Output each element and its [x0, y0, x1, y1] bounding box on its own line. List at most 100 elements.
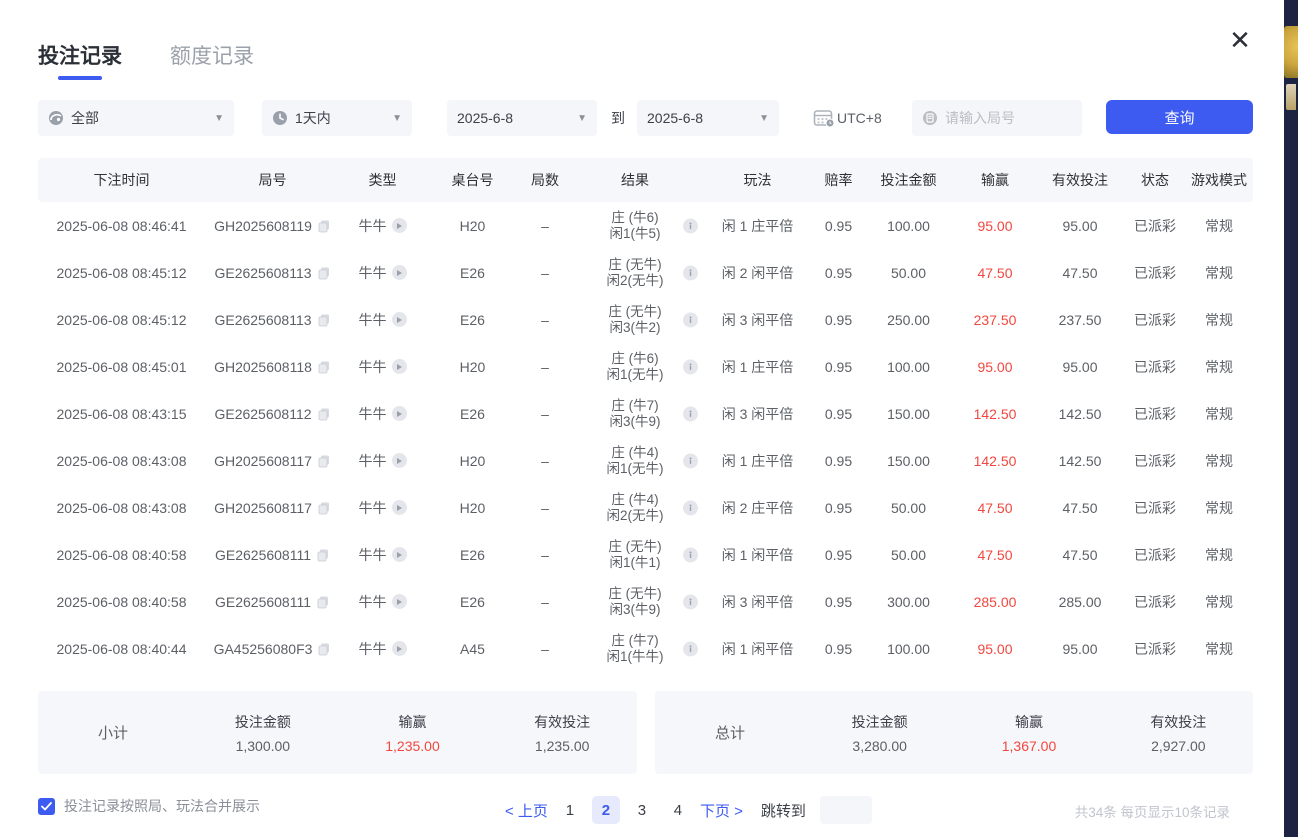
table-row: 2025-06-08 08:43:08 GH2025608117 牛牛 H20 … [38, 484, 1253, 531]
info-icon[interactable] [683, 453, 698, 468]
tab-bar: 投注记录 额度记录 [38, 40, 254, 80]
info-icon[interactable] [683, 594, 698, 609]
copy-icon[interactable] [317, 454, 331, 468]
prev-page-button[interactable]: < 上页 [505, 800, 548, 821]
result-banker: 庄 (牛6) [570, 351, 700, 367]
info-icon[interactable] [683, 218, 698, 233]
result-cell: 庄 (牛6) 闲1(牛5) [570, 210, 700, 242]
table-row: 2025-06-08 08:45:12 GE2625608113 牛牛 E26 … [38, 249, 1253, 296]
col-header-status: 状态 [1125, 170, 1185, 190]
copy-icon[interactable] [316, 548, 330, 562]
info-icon[interactable] [683, 312, 698, 327]
game-type-cell: 牛牛 [340, 216, 425, 236]
subtotal-bet: 投注金额 1,300.00 [188, 712, 338, 754]
table-no: H20 [425, 453, 520, 469]
status-badge: 已派彩 [1125, 263, 1185, 283]
play-video-icon[interactable] [392, 641, 407, 656]
odds: 0.95 [815, 218, 862, 234]
round-number-input[interactable]: 请输入局号 [912, 100, 1082, 136]
game-mode: 常规 [1185, 404, 1253, 424]
table-no: E26 [425, 265, 520, 281]
copy-icon[interactable] [317, 360, 331, 374]
play-video-icon[interactable] [392, 265, 407, 280]
round-id: GH2025608119 [214, 218, 312, 234]
valid-bet: 142.50 [1035, 453, 1125, 469]
result-cell: 庄 (牛7) 闲3(牛9) [570, 398, 700, 430]
result-player: 闲1(无牛) [570, 461, 700, 477]
round-id: GH2025608117 [214, 453, 312, 469]
page-button-3[interactable]: 3 [628, 796, 656, 824]
game-mode: 常规 [1185, 451, 1253, 471]
col-header-bet-amount: 投注金额 [862, 170, 955, 190]
tab-betting-records[interactable]: 投注记录 [38, 40, 122, 80]
search-button[interactable]: 查询 [1106, 100, 1253, 134]
date-from-select[interactable]: 2025-6-8 ▼ [447, 100, 597, 136]
background-decoration-fragment [1286, 84, 1296, 110]
close-icon[interactable]: ✕ [1227, 28, 1253, 54]
round-number-icon [922, 110, 938, 126]
category-dropdown[interactable]: 全部 ▼ [38, 100, 234, 136]
timezone-indicator[interactable]: UTC+8 [813, 100, 882, 136]
info-icon[interactable] [683, 359, 698, 374]
play-video-icon[interactable] [392, 500, 407, 515]
copy-icon[interactable] [317, 219, 331, 233]
bet-time: 2025-06-08 08:40:58 [38, 594, 205, 610]
win-loss: 142.50 [955, 453, 1035, 469]
jump-to-input[interactable] [820, 796, 872, 824]
round-id: GH2025608117 [214, 500, 312, 516]
result-cell: 庄 (无牛) 闲1(牛1) [570, 539, 700, 571]
result-cell: 庄 (牛4) 闲1(无牛) [570, 445, 700, 477]
next-page-button[interactable]: 下页 > [700, 800, 743, 821]
copy-icon[interactable] [317, 266, 331, 280]
page-button-1[interactable]: 1 [556, 796, 584, 824]
play-video-icon[interactable] [392, 359, 407, 374]
copy-icon[interactable] [317, 642, 331, 656]
tab-quota-records[interactable]: 额度记录 [170, 40, 254, 80]
result-banker: 庄 (牛6) [570, 210, 700, 226]
records-count-info: 共34条 每页显示10条记录 [1075, 801, 1230, 821]
copy-icon[interactable] [316, 595, 330, 609]
merge-checkbox[interactable] [38, 798, 55, 815]
play-video-icon[interactable] [392, 547, 407, 562]
result-player: 闲1(牛牛) [570, 649, 700, 665]
game-type: 牛牛 [359, 592, 387, 612]
copy-icon[interactable] [317, 501, 331, 515]
col-header-game-mode: 游戏模式 [1185, 170, 1253, 190]
play-video-icon[interactable] [392, 218, 407, 233]
globe-icon [48, 110, 64, 126]
page-button-2[interactable]: 2 [592, 796, 620, 824]
game-mode: 常规 [1185, 545, 1253, 565]
info-icon[interactable] [683, 406, 698, 421]
info-icon[interactable] [683, 547, 698, 562]
time-range-dropdown[interactable]: 1天内 ▼ [262, 100, 412, 136]
table-no: H20 [425, 500, 520, 516]
game-type: 牛牛 [359, 310, 387, 330]
col-header-valid-bet: 有效投注 [1035, 170, 1125, 190]
bet-time: 2025-06-08 08:43:08 [38, 453, 205, 469]
bet-amount: 250.00 [862, 312, 955, 328]
play-video-icon[interactable] [392, 453, 407, 468]
play-video-icon[interactable] [392, 406, 407, 421]
play-video-icon[interactable] [392, 594, 407, 609]
col-header-rounds: 局数 [520, 170, 570, 190]
info-icon[interactable] [683, 500, 698, 515]
odds: 0.95 [815, 406, 862, 422]
game-mode: 常规 [1185, 498, 1253, 518]
table-no: H20 [425, 359, 520, 375]
play-type: 闲 3 闲平倍 [700, 592, 815, 612]
info-icon[interactable] [683, 265, 698, 280]
chevron-down-icon: ▼ [214, 113, 224, 124]
bet-amount: 50.00 [862, 265, 955, 281]
game-mode: 常规 [1185, 592, 1253, 612]
play-video-icon[interactable] [392, 312, 407, 327]
page-button-4[interactable]: 4 [664, 796, 692, 824]
valid-bet: 95.00 [1035, 359, 1125, 375]
info-icon[interactable] [683, 641, 698, 656]
status-badge: 已派彩 [1125, 357, 1185, 377]
copy-icon[interactable] [317, 313, 331, 327]
col-header-win-loss: 输赢 [955, 170, 1035, 190]
rounds: – [520, 406, 570, 422]
copy-icon[interactable] [317, 407, 331, 421]
date-to-select[interactable]: 2025-6-8 ▼ [637, 100, 779, 136]
game-type-cell: 牛牛 [340, 310, 425, 330]
